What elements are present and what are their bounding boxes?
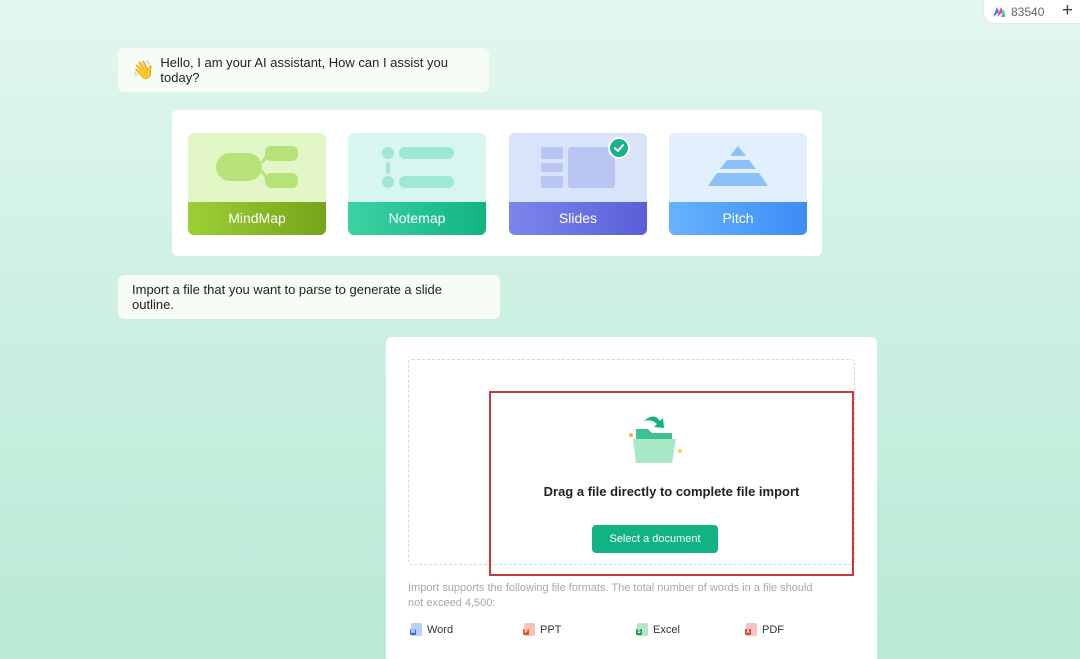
mode-label-pitch: Pitch [669, 202, 807, 235]
format-excel: S Excel [636, 623, 680, 636]
mode-card-mindmap[interactable]: MindMap [188, 133, 326, 235]
credits-count: 83540 [1011, 4, 1045, 19]
format-ppt: P PPT [523, 623, 562, 636]
mode-card-slides[interactable]: Slides [509, 133, 647, 235]
import-prompt-text: Import a file that you want to parse to … [132, 282, 443, 312]
format-label-pdf: PDF [762, 623, 784, 636]
format-label-excel: Excel [653, 623, 680, 636]
format-label-word: Word [427, 623, 454, 636]
app-logo-icon [993, 6, 1005, 17]
selected-check-icon [608, 137, 630, 159]
pdf-file-icon: A [745, 623, 757, 636]
mode-card-notemap[interactable]: Notemap [348, 133, 486, 235]
mindmap-icon [216, 146, 298, 188]
greeting-text: Hello, I am your AI assistant, How can I… [160, 55, 448, 85]
pyramid-icon [708, 146, 768, 186]
folder-import-icon [629, 416, 682, 463]
mode-card-pitch[interactable]: Pitch [669, 133, 807, 235]
excel-file-icon: S [636, 623, 648, 636]
ppt-file-icon: P [523, 623, 535, 636]
format-label-ppt: PPT [540, 623, 562, 636]
mode-label-slides: Slides [509, 202, 647, 235]
select-document-button[interactable]: Select a document [592, 525, 718, 553]
drag-instruction: Drag a file directly to complete file im… [543, 484, 800, 499]
file-dropzone[interactable]: Drag a file directly to complete file im… [408, 359, 855, 576]
add-credits-button[interactable]: + [1062, 0, 1073, 22]
credits-pill[interactable]: 83540 + [983, 0, 1080, 24]
mode-label-mindmap: MindMap [188, 202, 326, 235]
word-file-icon: W [410, 623, 422, 636]
import-prompt-bubble: Import a file that you want to parse to … [118, 275, 500, 319]
mode-selector: MindMap Notemap Slides Pitch [172, 110, 822, 256]
import-panel: Drag a file directly to complete file im… [386, 337, 877, 659]
mode-label-notemap: Notemap [348, 202, 486, 235]
assistant-greeting-bubble: 👋 Hello, I am your AI assistant, How can… [118, 48, 489, 92]
format-pdf: A PDF [745, 623, 784, 636]
format-word: W Word [410, 623, 454, 636]
format-note: Import supports the following file forma… [408, 582, 813, 609]
waving-hand-icon: 👋 [132, 60, 155, 80]
notemap-icon [382, 147, 454, 188]
